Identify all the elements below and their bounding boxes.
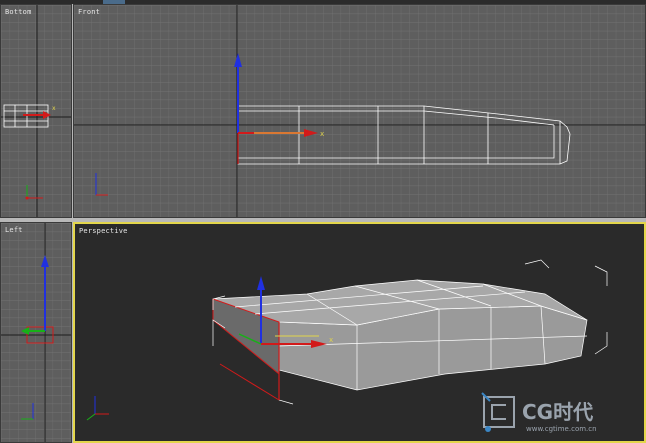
watermark-url: www.cgtime.com.cn [526, 425, 597, 433]
watermark-emblem-icon: CG时代 www.cgtime.com.cn [481, 392, 597, 433]
viewport-label[interactable]: Front [78, 8, 100, 16]
viewport-front[interactable]: x Front [73, 4, 646, 218]
viewport-perspective[interactable]: x Perspective CG时代 www.cgtime.com.cn [73, 222, 646, 443]
svg-text:x: x [320, 130, 324, 138]
viewport-bottom-canvas: x [1, 5, 71, 217]
watermark-brand: CG时代 [522, 400, 593, 424]
viewport-label[interactable]: Perspective [79, 227, 128, 235]
viewport-front-canvas: x [74, 5, 645, 217]
viewport-left-canvas [1, 223, 71, 442]
viewport-layout: x Bottom x Front Left x Perspective CG时代… [0, 0, 646, 443]
viewport-bottom[interactable]: x Bottom [0, 4, 72, 218]
viewport-label[interactable]: Left [5, 226, 23, 234]
viewport-label[interactable]: Bottom [5, 8, 32, 16]
viewport-left[interactable]: Left [0, 222, 72, 443]
svg-text:x: x [329, 336, 333, 344]
svg-text:x: x [52, 105, 56, 112]
watermark-logo: CG时代 www.cgtime.com.cn [478, 391, 638, 435]
